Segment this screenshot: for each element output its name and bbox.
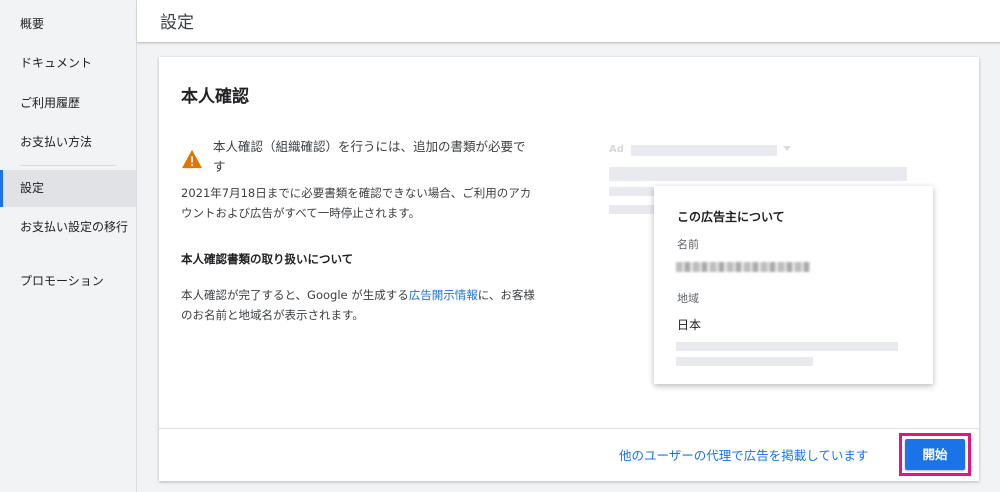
placeholder-bar bbox=[631, 145, 777, 156]
sidebar-item-payment-migration[interactable]: お支払い設定の移行 bbox=[0, 220, 130, 235]
disclosure-paragraph: 本人確認が完了すると、Google が生成する広告開示情報に、お客様のお名前と地… bbox=[181, 285, 541, 325]
sidebar-item-promotions[interactable]: プロモーション bbox=[0, 274, 136, 289]
suspension-notice: 2021年7月18日までに必要書類を確認できない場合、ご利用のアカウントおよび広… bbox=[181, 186, 532, 220]
placeholder-bar bbox=[676, 357, 813, 366]
sidebar-item-payment-methods[interactable]: お支払い方法 bbox=[0, 135, 136, 150]
start-button-highlight: 開始 bbox=[899, 433, 971, 476]
identity-verification-card: 本人確認 本人確認（組織確認）を行うには、追加の書類が必要です 2021年7月1… bbox=[159, 57, 979, 481]
redacted-name bbox=[676, 262, 810, 272]
caret-down-icon bbox=[783, 146, 791, 151]
sidebar-item-settings[interactable]: 設定 bbox=[0, 170, 136, 207]
sidebar-item-documents[interactable]: ドキュメント bbox=[0, 56, 136, 71]
placeholder-bar bbox=[676, 342, 898, 351]
top-bar: 設定 bbox=[137, 0, 1000, 43]
document-handling-heading: 本人確認書類の取り扱いについて bbox=[181, 252, 354, 266]
region-value: 日本 bbox=[677, 318, 702, 332]
advertiser-info-popup: この広告主について 名前 地域 日本 bbox=[654, 186, 933, 384]
start-button[interactable]: 開始 bbox=[905, 439, 965, 470]
popup-title: この広告主について bbox=[677, 210, 785, 224]
ad-disclosure-link[interactable]: 広告開示情報 bbox=[409, 288, 478, 302]
sidebar: 概要 ドキュメント ご利用履歴 お支払い方法 設定 お支払い設定の移行 プロモー… bbox=[0, 0, 137, 492]
placeholder-bar bbox=[609, 167, 907, 181]
warning-message: 本人確認（組織確認）を行うには、追加の書類が必要です bbox=[213, 139, 526, 174]
name-label: 名前 bbox=[677, 238, 699, 251]
sidebar-item-transactions[interactable]: ご利用履歴 bbox=[0, 96, 136, 111]
card-divider bbox=[159, 428, 979, 429]
page-title: 設定 bbox=[160, 13, 194, 33]
sidebar-item-overview[interactable]: 概要 bbox=[0, 17, 136, 32]
disclosure-text-prefix: 本人確認が完了すると、Google が生成する bbox=[181, 288, 409, 302]
card-title: 本人確認 bbox=[181, 87, 249, 107]
region-label: 地域 bbox=[677, 292, 699, 305]
ad-label: Ad bbox=[609, 144, 624, 155]
sidebar-divider bbox=[20, 165, 116, 166]
agency-advertising-link[interactable]: 他のユーザーの代理で広告を掲載しています bbox=[619, 445, 868, 464]
warning-triangle-icon bbox=[182, 149, 202, 169]
